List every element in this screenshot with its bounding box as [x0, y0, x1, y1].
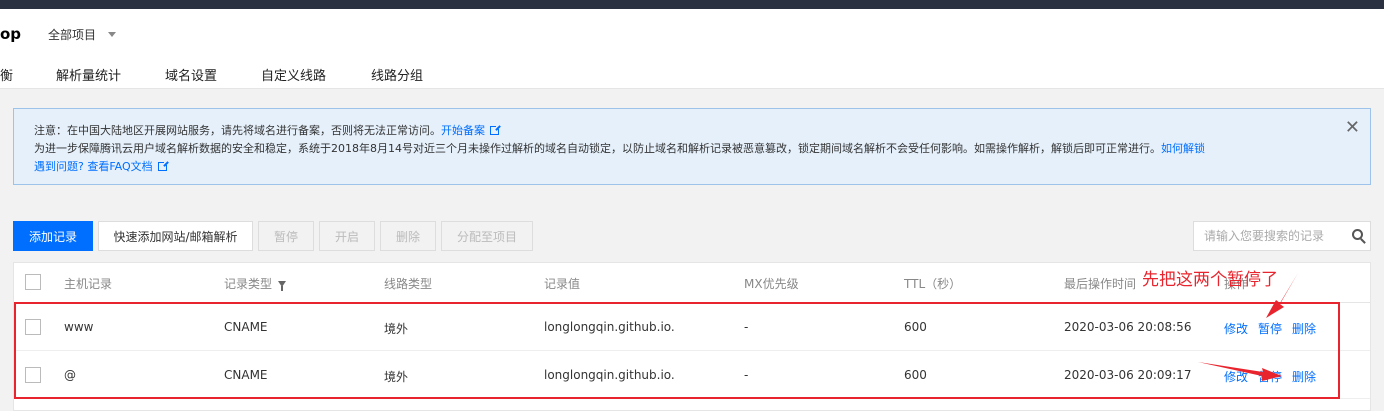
page-header: op 全部项目 衡 解析量统计 域名设置 自定义线路 线路分组: [0, 9, 1384, 89]
search-input[interactable]: [1194, 222, 1334, 250]
column-header-type[interactable]: 记录类型: [224, 275, 287, 292]
column-header-type-label: 记录类型: [224, 277, 273, 291]
tab-line-groups[interactable]: 线路分组: [371, 65, 423, 84]
row-checkbox[interactable]: [25, 367, 41, 383]
add-record-button[interactable]: 添加记录: [13, 221, 93, 251]
cell-ttl: 600: [904, 368, 927, 382]
cell-value: longlongqin.github.io.: [544, 368, 675, 382]
column-header-line: 线路类型: [384, 277, 433, 291]
top-bar: [0, 0, 1384, 9]
table-row: www CNAME 境外 longlongqin.github.io. - 60…: [14, 303, 1370, 351]
records-table: 主机记录 记录类型 线路类型 记录值 MX优先级 TTL（秒） 最后操作时间 操…: [13, 262, 1371, 411]
app-title: op: [0, 25, 22, 43]
cell-host: www: [64, 320, 94, 334]
table-header: 主机记录 记录类型 线路类型 记录值 MX优先级 TTL（秒） 最后操作时间 操…: [14, 263, 1370, 303]
delete-link[interactable]: 删除: [1292, 368, 1316, 385]
delete-link[interactable]: 删除: [1292, 320, 1316, 337]
how-to-unlock-link[interactable]: 如何解锁: [1161, 142, 1205, 155]
cell-type: CNAME: [224, 368, 268, 382]
quick-add-button[interactable]: 快速添加网站/邮箱解析: [98, 221, 253, 251]
row-checkbox[interactable]: [25, 319, 41, 335]
column-header-time: 最后操作时间: [1064, 277, 1137, 291]
edit-link[interactable]: 修改: [1224, 368, 1248, 385]
column-header-value: 记录值: [544, 277, 581, 291]
enable-button[interactable]: 开启: [319, 221, 375, 251]
project-select[interactable]: 全部项目: [48, 26, 117, 43]
tab-custom-lines[interactable]: 自定义线路: [261, 65, 326, 84]
pause-link[interactable]: 暂停: [1258, 320, 1282, 337]
pause-link[interactable]: 暂停: [1258, 368, 1282, 385]
edit-link[interactable]: 修改: [1224, 320, 1248, 337]
column-header-host: 主机记录: [64, 277, 113, 291]
delete-button[interactable]: 删除: [380, 221, 436, 251]
cell-line: 境外: [384, 370, 409, 384]
cell-ttl: 600: [904, 320, 927, 334]
search-box: [1193, 221, 1371, 251]
cell-value: longlongqin.github.io.: [544, 320, 675, 334]
column-header-actions: 操作: [1224, 277, 1249, 291]
table-row: @ CNAME 境外 longlongqin.github.io. - 600 …: [14, 351, 1370, 399]
cell-mx: -: [744, 320, 749, 334]
notice-line-2: 为进一步保障腾讯云用户域名解析数据的安全和稳定，系统于2018年8月14号对近三…: [34, 140, 1205, 156]
chevron-down-icon: [108, 32, 117, 37]
close-icon[interactable]: ✕: [1345, 119, 1360, 137]
cell-time: 2020-03-06 20:08:56: [1064, 320, 1192, 334]
cell-type: CNAME: [224, 320, 268, 334]
tab-analytics[interactable]: 解析量统计: [56, 65, 121, 84]
notice-line-3: 遇到问题? 查看FAQ文档: [34, 158, 169, 174]
external-link-icon: [157, 160, 169, 171]
notice-text-2: 为进一步保障腾讯云用户域名解析数据的安全和稳定，系统于2018年8月14号对近三…: [34, 142, 1161, 155]
problem-link[interactable]: 遇到问题?: [34, 160, 84, 173]
notice-text-1: 注意：在中国大陆地区开展网站服务，请先将域名进行备案，否则将无法正常访问。: [34, 124, 441, 137]
search-icon[interactable]: [1352, 229, 1363, 240]
notice-banner: 注意：在中国大陆地区开展网站服务，请先将域名进行备案，否则将无法正常访问。开始备…: [13, 108, 1371, 185]
project-select-label: 全部项目: [48, 28, 97, 42]
select-all-checkbox[interactable]: [25, 274, 41, 290]
cell-host: @: [64, 368, 76, 382]
cell-mx: -: [744, 368, 749, 382]
cell-line: 境外: [384, 322, 409, 336]
filter-icon[interactable]: [278, 281, 287, 291]
faq-link[interactable]: 查看FAQ文档: [87, 160, 152, 173]
assign-project-button[interactable]: 分配至项目: [441, 221, 533, 251]
notice-line-1: 注意：在中国大陆地区开展网站服务，请先将域名进行备案，否则将无法正常访问。开始备…: [34, 122, 501, 138]
tab-domain-settings[interactable]: 域名设置: [165, 65, 217, 84]
tab-load-balance[interactable]: 衡: [0, 65, 13, 84]
column-header-mx: MX优先级: [744, 277, 799, 291]
pause-button[interactable]: 暂停: [258, 221, 314, 251]
column-header-ttl: TTL（秒）: [904, 277, 962, 291]
cell-time: 2020-03-06 20:09:17: [1064, 368, 1192, 382]
external-link-icon: [490, 124, 501, 135]
start-filing-link[interactable]: 开始备案: [441, 124, 485, 137]
